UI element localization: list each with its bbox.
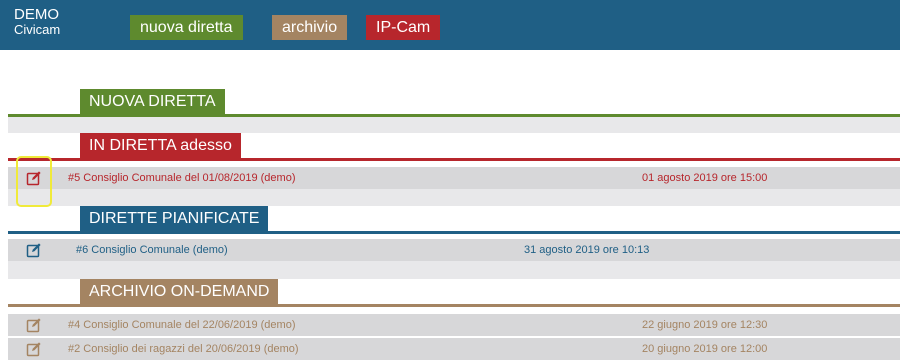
nav-nuova-diretta-button[interactable]: nuova diretta — [130, 15, 243, 40]
edit-pencil-icon[interactable] — [26, 341, 42, 357]
section-nuova-body — [8, 117, 900, 133]
nav-ipcam-button[interactable]: IP-Cam — [366, 15, 441, 40]
edit-pencil-icon[interactable] — [26, 317, 42, 333]
section-planned-body — [8, 261, 900, 279]
section-archive-divider — [8, 304, 900, 307]
section-pianificate-title: DIRETTE PIANIFICATE — [80, 206, 269, 232]
section-planned-divider — [8, 231, 900, 234]
table-row[interactable]: #6 Consiglio Comunale (demo) 31 agosto 2… — [8, 239, 900, 261]
brand-line2: Civicam — [14, 22, 61, 37]
row-title[interactable]: #6 Consiglio Comunale (demo) — [76, 239, 228, 261]
section-in-diretta-title: IN DIRETTA adesso — [80, 133, 241, 159]
nav-archivio-button[interactable]: archivio — [272, 15, 348, 40]
highlight-box — [16, 156, 52, 207]
edit-pencil-icon[interactable] — [26, 242, 42, 258]
section-archivio-title[interactable]: ARCHIVIO ON-DEMAND — [80, 279, 279, 305]
row-title[interactable]: #5 Consiglio Comunale del 01/08/2019 (de… — [68, 167, 295, 189]
brand-line1: DEMO — [14, 6, 59, 23]
table-row[interactable]: #2 Consiglio dei ragazzi del 20/06/2019 … — [8, 338, 900, 360]
section-live-body — [8, 189, 900, 206]
row-title[interactable]: #2 Consiglio dei ragazzi del 20/06/2019 … — [68, 338, 299, 360]
row-date: 22 giugno 2019 ore 12:30 — [642, 319, 768, 331]
brand-logo[interactable]: DEMO Civicam — [14, 7, 60, 37]
table-row[interactable]: #4 Consiglio Comunale del 22/06/2019 (de… — [8, 314, 900, 336]
section-live-divider — [8, 158, 900, 161]
table-row[interactable]: #5 Consiglio Comunale del 01/08/2019 (de… — [8, 167, 900, 189]
top-bar: DEMO Civicam nuova diretta archivio IP-C… — [0, 0, 900, 50]
row-date: 01 agosto 2019 ore 15:00 — [642, 172, 768, 184]
row-date: 31 agosto 2019 ore 10:13 — [524, 244, 650, 256]
section-nuova-diretta-title[interactable]: NUOVA DIRETTA — [80, 89, 225, 115]
row-date: 20 giugno 2019 ore 12:00 — [642, 343, 768, 355]
row-title[interactable]: #4 Consiglio Comunale del 22/06/2019 (de… — [68, 314, 295, 336]
